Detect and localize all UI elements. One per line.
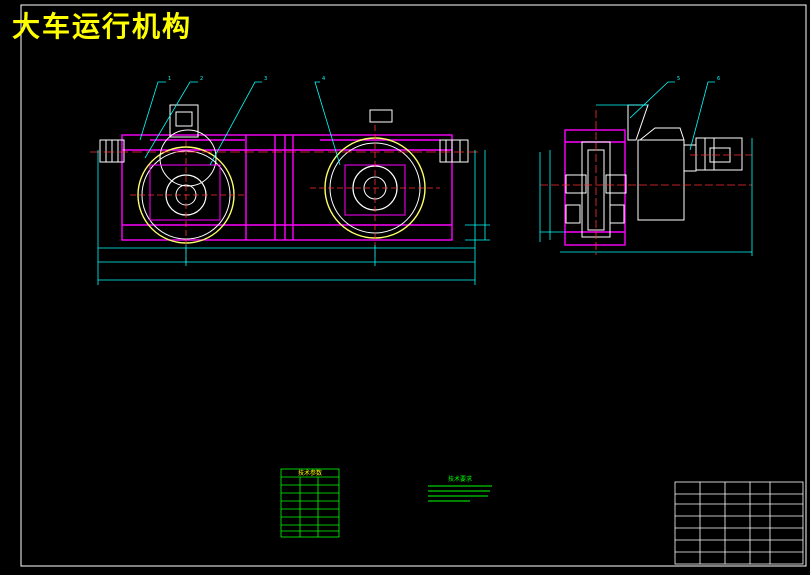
buffer-right — [439, 139, 469, 163]
tech-notes — [428, 485, 492, 502]
tech-params-title: 技术参数 — [298, 469, 322, 477]
cad-drawing: 技术参数 技术要求 1 2 3 4 5 6 — [20, 4, 807, 567]
leader-label: 2 — [200, 76, 203, 82]
leader-label: 6 — [717, 76, 720, 82]
leader-label: 5 — [677, 76, 680, 82]
left-wheel — [130, 104, 245, 265]
title-block — [674, 481, 804, 565]
front-dimensions — [97, 150, 490, 285]
tech-params-table — [280, 468, 340, 538]
right-wheel — [310, 109, 440, 260]
leader-label: 3 — [264, 76, 267, 82]
front-view — [90, 81, 490, 285]
side-view — [539, 81, 753, 256]
tech-notes-title: 技术要求 — [448, 475, 472, 483]
frame-outline — [121, 134, 453, 241]
buffer-left — [99, 139, 125, 163]
leader-label: 1 — [168, 76, 171, 82]
drawing-title: 大车运行机构 — [12, 10, 193, 43]
leader-label: 4 — [322, 76, 325, 82]
